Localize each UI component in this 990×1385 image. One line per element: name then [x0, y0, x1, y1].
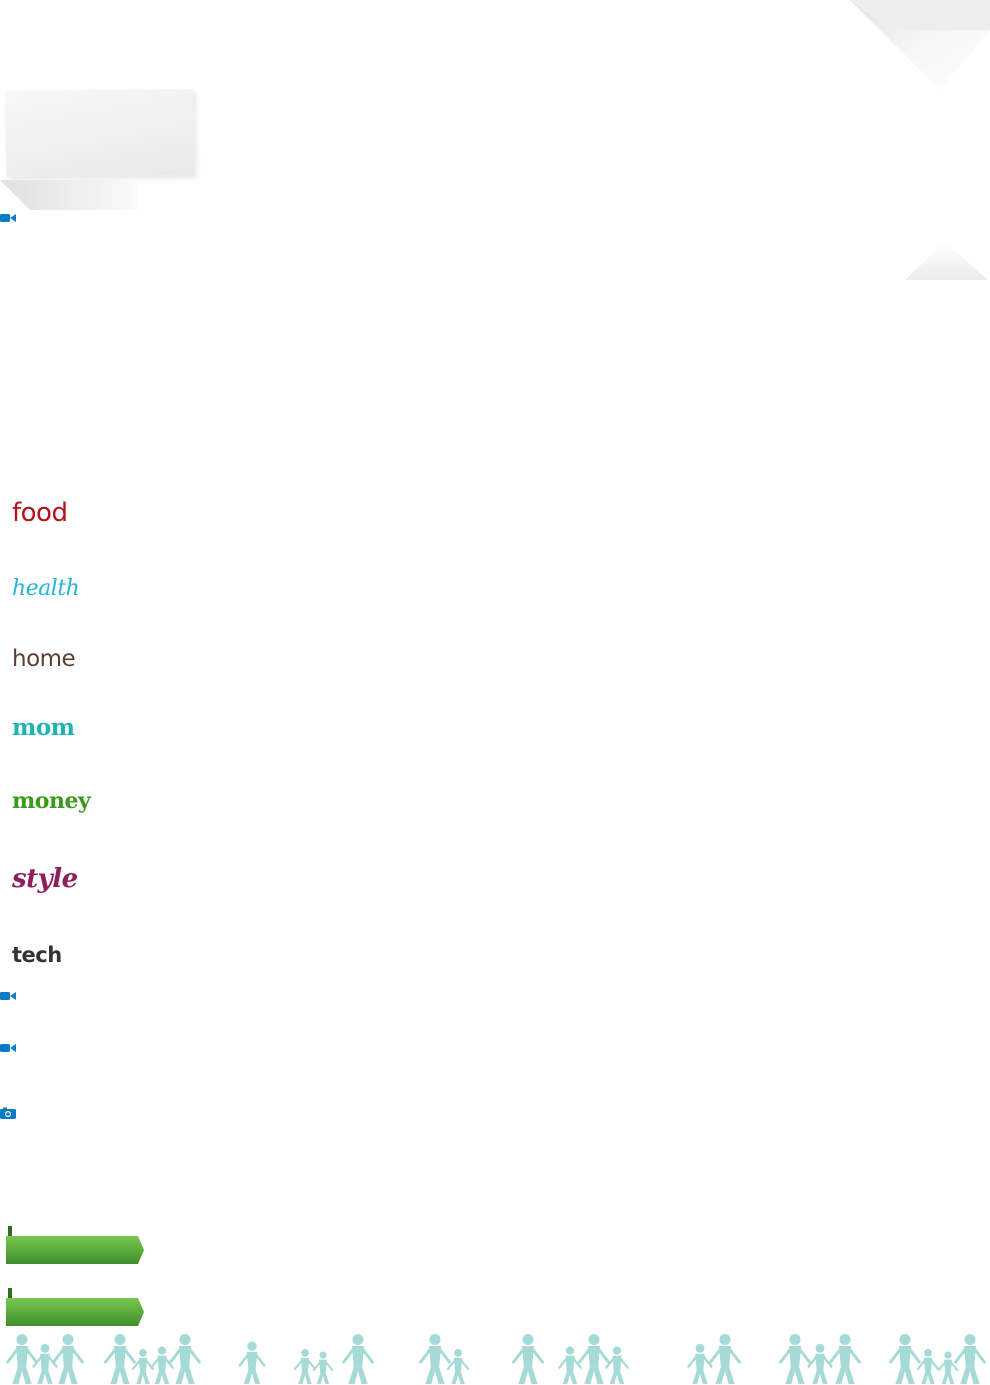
person-silhouette [131, 1349, 155, 1384]
person-silhouette [312, 1351, 334, 1384]
person-silhouette [446, 1349, 470, 1384]
person-silhouette [954, 1334, 986, 1384]
person-silhouette [937, 1351, 959, 1384]
person-silhouette [807, 1344, 833, 1384]
category-health[interactable]: health [12, 578, 80, 600]
family-silhouettes-border [6, 1334, 986, 1384]
person-silhouette [169, 1334, 201, 1384]
paper-strip [0, 180, 138, 210]
person-silhouette [605, 1346, 629, 1384]
paper-corner-fold [850, 0, 990, 90]
paper-fold-up [905, 242, 988, 280]
video-camera-icon[interactable] [0, 212, 16, 224]
category-home[interactable]: home [12, 648, 76, 671]
person-silhouette [6, 1334, 38, 1384]
person-silhouette [889, 1334, 921, 1384]
person-silhouette [419, 1334, 451, 1384]
person-silhouette [104, 1334, 136, 1384]
video-camera-icon[interactable] [0, 990, 16, 1002]
category-food[interactable]: food [12, 500, 68, 526]
category-mom[interactable]: mom [12, 716, 75, 739]
category-money[interactable]: money [12, 790, 91, 812]
person-silhouette [578, 1334, 610, 1384]
person-silhouette [829, 1334, 861, 1384]
person-silhouette [687, 1344, 713, 1384]
person-silhouette [238, 1341, 266, 1384]
camera-icon[interactable] [0, 1107, 16, 1119]
category-tech[interactable]: tech [12, 945, 62, 966]
person-silhouette [709, 1334, 741, 1384]
person-silhouette [916, 1349, 940, 1384]
video-camera-icon[interactable] [0, 1042, 16, 1054]
person-silhouette [32, 1344, 58, 1384]
person-silhouette [150, 1346, 174, 1384]
green-ribbon-banner[interactable] [4, 1226, 144, 1266]
person-silhouette [558, 1346, 582, 1384]
category-style[interactable]: style [12, 866, 78, 892]
green-ribbon-banner[interactable] [4, 1288, 144, 1328]
person-silhouette [342, 1334, 374, 1384]
person-silhouette [512, 1334, 544, 1384]
paper-note [5, 89, 195, 177]
person-silhouette [779, 1334, 811, 1384]
person-silhouette [293, 1349, 317, 1384]
person-silhouette [52, 1334, 84, 1384]
